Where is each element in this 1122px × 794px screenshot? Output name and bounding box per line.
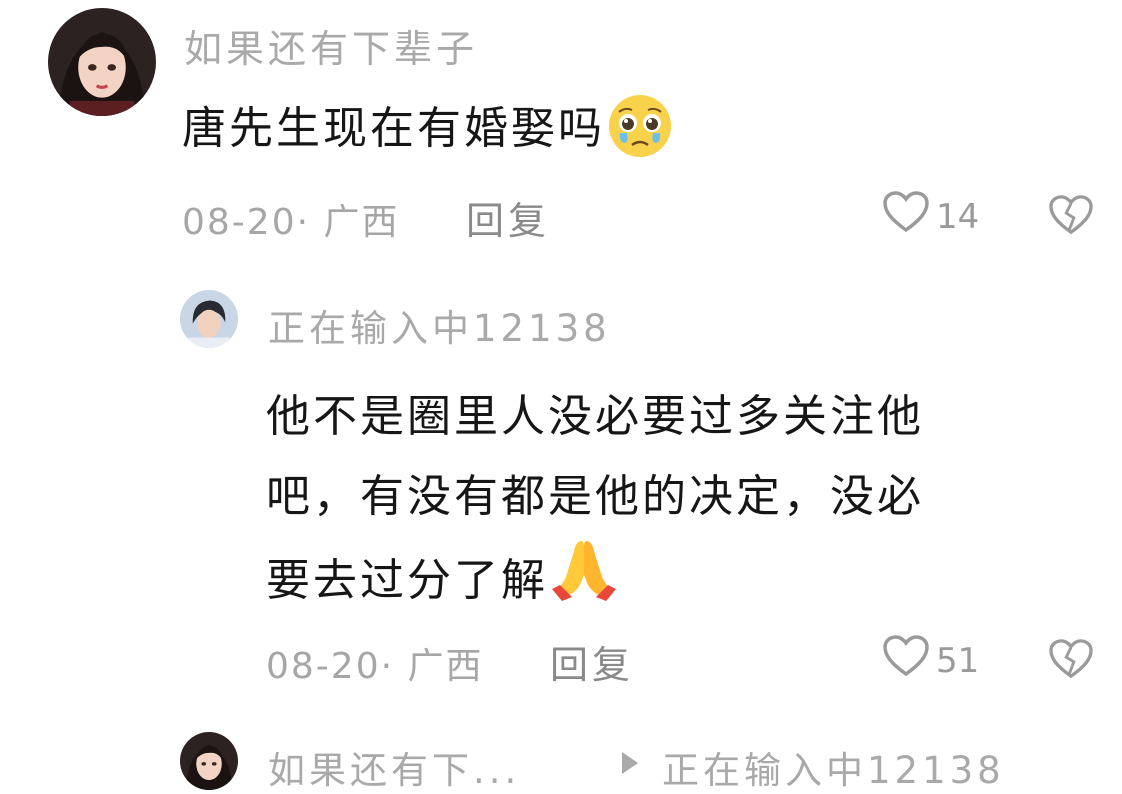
avatar-image bbox=[180, 732, 238, 790]
heart-icon bbox=[882, 634, 930, 687]
reply-username[interactable]: 正在输入中12138 bbox=[268, 298, 611, 352]
pleading-face-icon bbox=[605, 93, 675, 170]
broken-heart-icon bbox=[1049, 195, 1093, 235]
reply-avatar[interactable] bbox=[180, 290, 238, 348]
meta-dot: · bbox=[296, 202, 311, 243]
reply-meta: 08-20· 广西 bbox=[266, 637, 484, 689]
comment-date: 08-20 bbox=[182, 202, 297, 243]
like-button[interactable]: 14 bbox=[882, 190, 979, 243]
avatar[interactable] bbox=[48, 8, 156, 116]
meta-dot: · bbox=[380, 646, 395, 687]
next-reply-to-user[interactable]: 正在输入中12138 bbox=[662, 740, 1005, 794]
avatar-image bbox=[180, 290, 238, 348]
next-reply-from-user[interactable]: 如果还有下... bbox=[268, 740, 520, 794]
next-reply-avatar[interactable] bbox=[180, 732, 238, 790]
reply-arrow-icon bbox=[622, 752, 638, 774]
comment-text: 唐先生现在有婚娶吗 bbox=[182, 92, 675, 170]
comment-meta: 08-20· 广西 bbox=[182, 193, 400, 245]
dislike-button[interactable] bbox=[1048, 638, 1094, 684]
avatar-image bbox=[48, 8, 156, 116]
reply-button[interactable]: 回复 bbox=[466, 190, 550, 245]
reply-text-line-content: 要去过分了解 bbox=[266, 555, 548, 606]
reply-location: 广西 bbox=[407, 646, 484, 687]
reply-button[interactable]: 回复 bbox=[550, 634, 634, 689]
broken-heart-icon bbox=[1049, 639, 1093, 679]
like-button[interactable]: 51 bbox=[882, 634, 979, 687]
comment-location: 广西 bbox=[323, 202, 400, 243]
folded-hands-icon bbox=[548, 537, 620, 629]
like-count: 14 bbox=[936, 196, 980, 237]
comment-text-content: 唐先生现在有婚娶吗 bbox=[182, 103, 605, 154]
reply-text-line: 吧，有没有都是他的决定，没必 bbox=[266, 471, 924, 522]
reply-text: 他不是圈里人没必要过多关注他 吧，有没有都是他的决定，没必 要去过分了解 bbox=[266, 377, 924, 629]
reply-text-line-last: 要去过分了解 bbox=[266, 537, 924, 629]
reply-text-line: 他不是圈里人没必要过多关注他 bbox=[266, 391, 924, 442]
comment-username[interactable]: 如果还有下辈子 bbox=[184, 18, 478, 73]
like-count: 51 bbox=[936, 640, 980, 681]
heart-icon bbox=[882, 190, 930, 243]
reply-date: 08-20 bbox=[266, 646, 381, 687]
dislike-button[interactable] bbox=[1048, 194, 1094, 240]
